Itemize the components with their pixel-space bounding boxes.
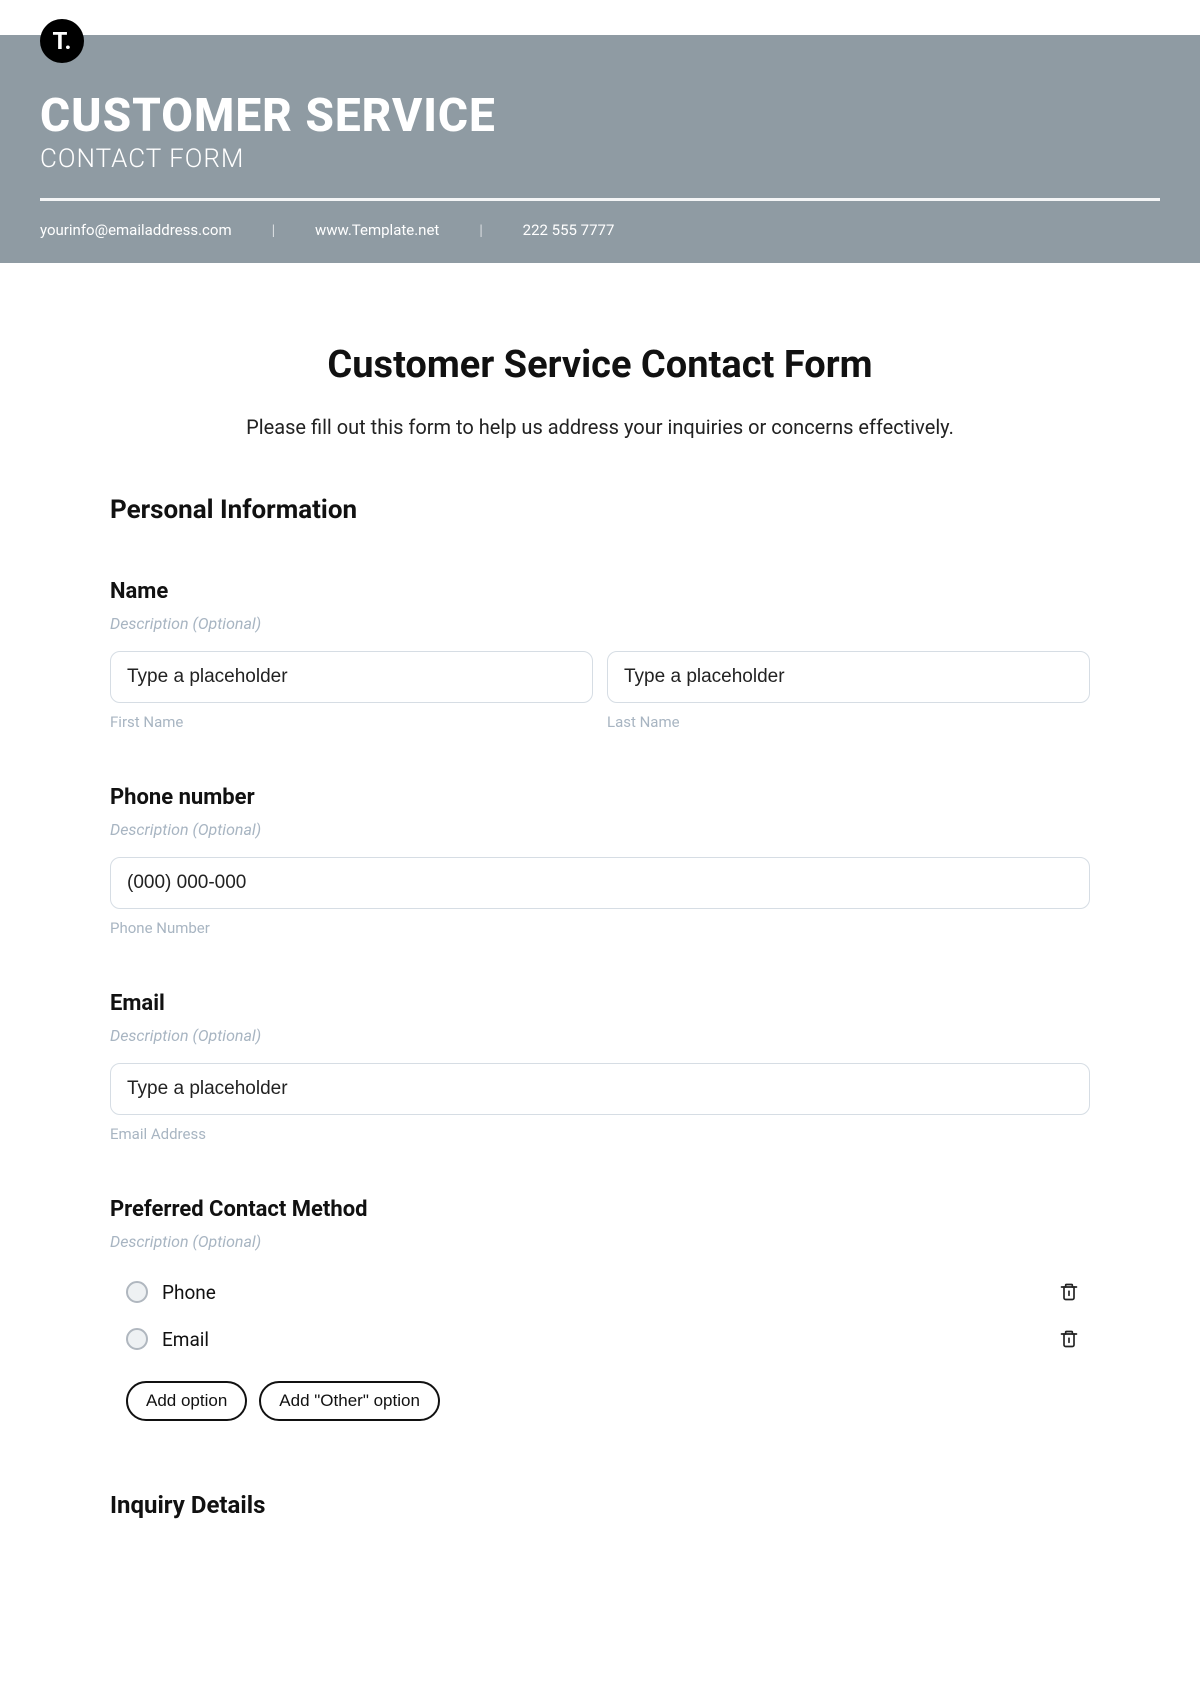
banner-email: yourinfo@emailaddress.com	[40, 221, 232, 239]
field-name: Name Description (Optional) First Name L…	[110, 579, 1090, 731]
option-row-phone: Phone	[110, 1269, 1090, 1316]
banner-website: www.Template.net	[315, 221, 439, 239]
contact-method-label: Preferred Contact Method	[110, 1197, 1090, 1222]
banner-subtitle: CONTACT FORM	[40, 144, 1160, 174]
form-title: Customer Service Contact Form	[110, 343, 1090, 387]
trash-icon[interactable]	[1058, 1281, 1080, 1303]
phone-description[interactable]: Description (Optional)	[110, 820, 1090, 839]
option-row-email: Email	[110, 1316, 1090, 1363]
name-label: Name	[110, 579, 1090, 604]
trash-icon[interactable]	[1058, 1328, 1080, 1350]
divider-icon: |	[272, 221, 275, 239]
first-name-field[interactable]	[110, 651, 593, 703]
add-option-button[interactable]: Add option	[126, 1381, 247, 1421]
name-description[interactable]: Description (Optional)	[110, 614, 1090, 633]
first-name-sublabel: First Name	[110, 713, 593, 731]
form-intro: Please fill out this form to help us add…	[110, 415, 1090, 439]
divider-icon: |	[479, 221, 482, 239]
email-description[interactable]: Description (Optional)	[110, 1026, 1090, 1045]
field-phone: Phone number Description (Optional) Phon…	[110, 785, 1090, 937]
banner-title: CUSTOMER SERVICE	[40, 91, 1160, 142]
email-field[interactable]	[110, 1063, 1090, 1115]
logo-icon: T.	[40, 19, 84, 63]
last-name-sublabel: Last Name	[607, 713, 1090, 731]
section-personal-information: Personal Information	[110, 495, 1090, 525]
banner-phone: 222 555 7777	[523, 221, 615, 239]
radio-icon[interactable]	[126, 1328, 148, 1350]
option-label[interactable]: Email	[162, 1328, 1058, 1351]
section-inquiry-details: Inquiry Details	[110, 1491, 1090, 1519]
email-sublabel: Email Address	[110, 1125, 1090, 1143]
phone-number-field[interactable]	[110, 857, 1090, 909]
option-label[interactable]: Phone	[162, 1281, 1058, 1304]
last-name-field[interactable]	[607, 651, 1090, 703]
header-banner: T. CUSTOMER SERVICE CONTACT FORM yourinf…	[0, 35, 1200, 263]
contact-method-description[interactable]: Description (Optional)	[110, 1232, 1090, 1251]
email-label: Email	[110, 991, 1090, 1016]
banner-divider	[40, 198, 1160, 201]
phone-sublabel: Phone Number	[110, 919, 1090, 937]
add-other-option-button[interactable]: Add "Other" option	[259, 1381, 440, 1421]
field-preferred-contact: Preferred Contact Method Description (Op…	[110, 1197, 1090, 1421]
radio-icon[interactable]	[126, 1281, 148, 1303]
field-email: Email Description (Optional) Email Addre…	[110, 991, 1090, 1143]
phone-label: Phone number	[110, 785, 1090, 810]
